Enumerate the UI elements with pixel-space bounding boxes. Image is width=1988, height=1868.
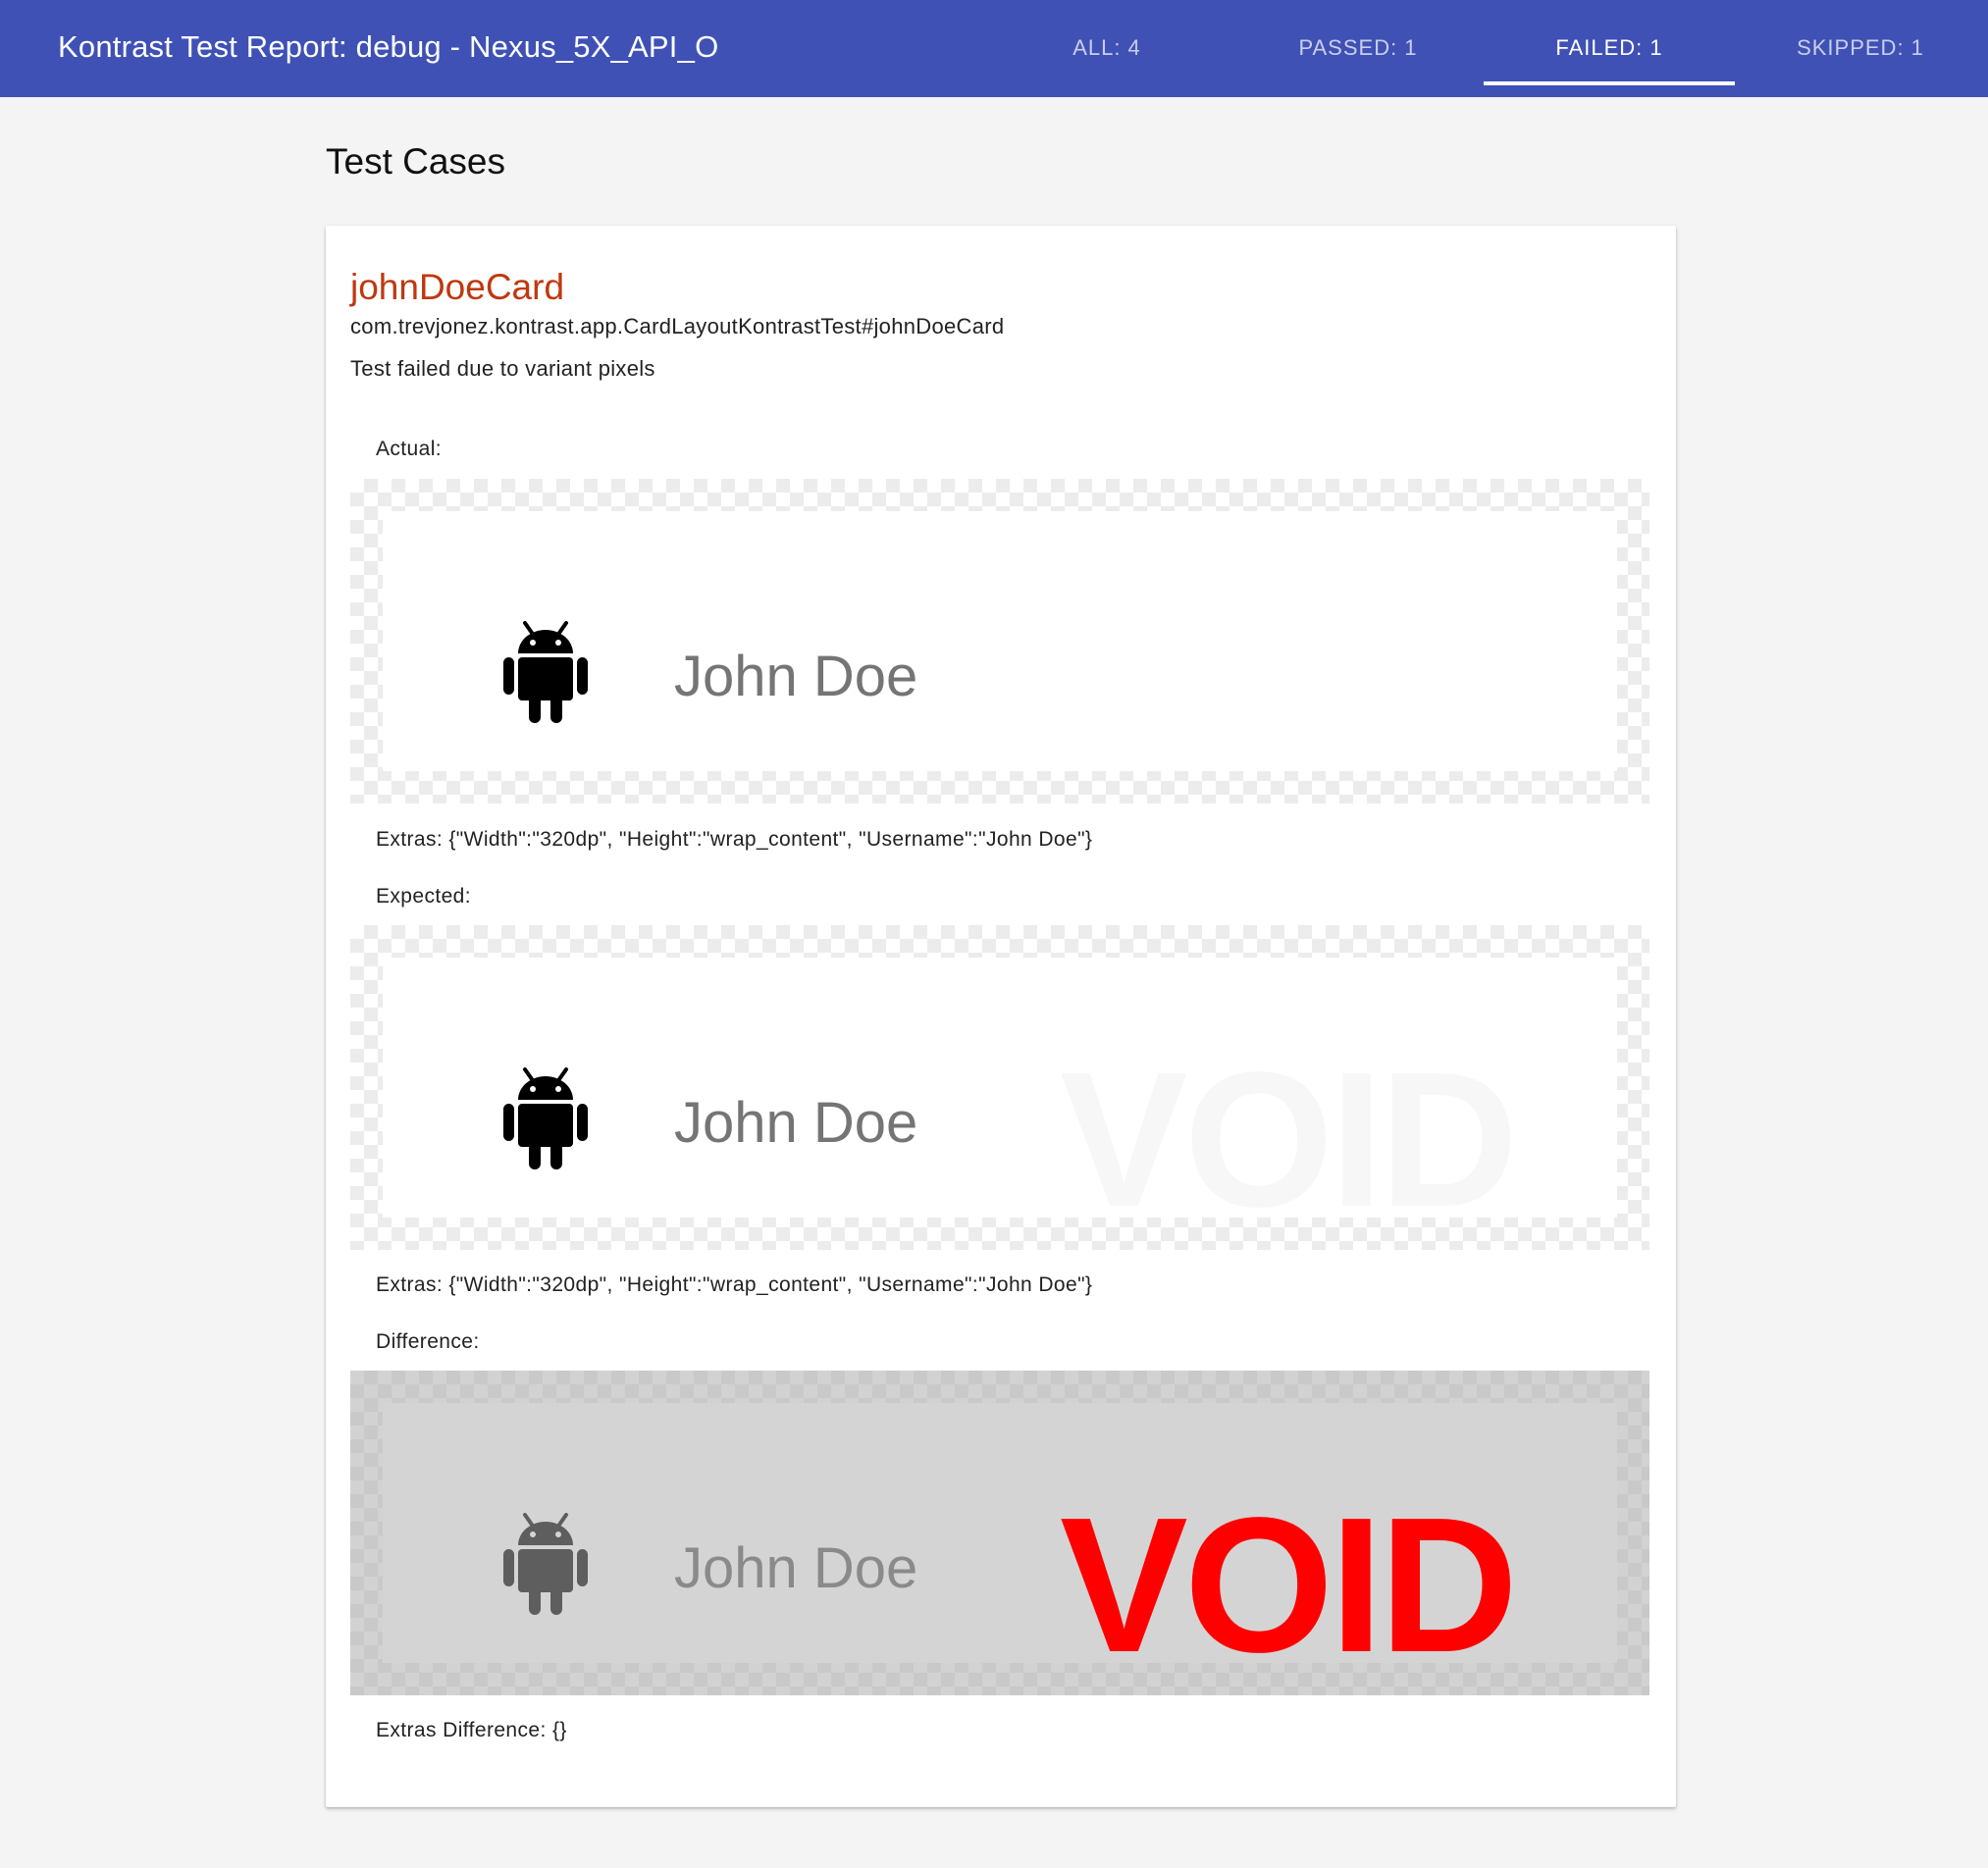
snapshot-card: John Doe VOID <box>383 1403 1617 1682</box>
difference-snapshot: John Doe VOID <box>350 1371 1649 1695</box>
actual-snapshot: John Doe <box>350 479 1649 804</box>
tab-all[interactable]: ALL: 4 <box>981 0 1232 97</box>
filter-tabs: ALL: 4 PASSED: 1 FAILED: 1 SKIPPED: 1 <box>981 0 1988 97</box>
difference-label: Difference: <box>376 1330 480 1353</box>
tab-skipped[interactable]: SKIPPED: 1 <box>1735 0 1986 97</box>
void-watermark: VOID <box>1060 1032 1518 1247</box>
snapshot-username: John Doe <box>674 645 918 708</box>
page-title: Test Cases <box>326 141 506 182</box>
snapshot-username: John Doe <box>674 1536 918 1600</box>
tab-failed[interactable]: FAILED: 1 <box>1484 0 1735 97</box>
app-bar: Kontrast Test Report: debug - Nexus_5X_A… <box>0 0 1988 97</box>
active-tab-indicator <box>1484 81 1735 85</box>
snapshot-username: John Doe <box>674 1091 918 1155</box>
android-robot-icon <box>503 621 588 723</box>
actual-label: Actual: <box>376 438 442 460</box>
expected-snapshot: VOID John Doe <box>350 925 1649 1250</box>
actual-extras: Extras: {"Width":"320dp", "Height":"wrap… <box>376 828 1093 851</box>
test-case-status: Test failed due to variant pixels <box>350 356 655 381</box>
tab-passed[interactable]: PASSED: 1 <box>1232 0 1484 97</box>
android-robot-icon <box>503 1067 588 1169</box>
tab-failed-label: FAILED: 1 <box>1555 35 1663 60</box>
extras-difference: Extras Difference: {} <box>376 1719 567 1741</box>
expected-extras: Extras: {"Width":"320dp", "Height":"wrap… <box>376 1273 1093 1296</box>
android-robot-icon <box>503 1513 588 1615</box>
expected-label: Expected: <box>376 885 471 908</box>
test-case-name: johnDoeCard <box>350 267 565 307</box>
test-case-card: johnDoeCard com.trevjonez.kontrast.app.C… <box>326 226 1676 1807</box>
report-title: Kontrast Test Report: debug - Nexus_5X_A… <box>58 29 719 64</box>
void-difference-highlight: VOID <box>1060 1478 1518 1692</box>
snapshot-card: VOID John Doe <box>383 958 1617 1236</box>
test-case-id: com.trevjonez.kontrast.app.CardLayoutKon… <box>350 314 1005 338</box>
snapshot-card: John Doe <box>383 511 1617 771</box>
